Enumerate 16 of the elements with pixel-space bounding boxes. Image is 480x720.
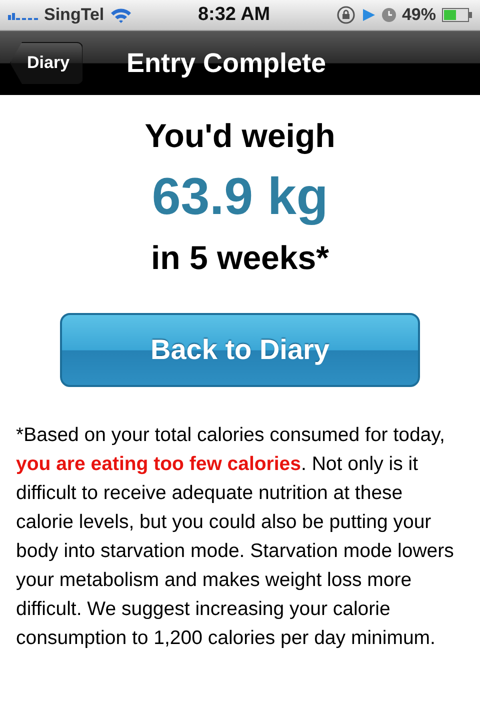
rotation-lock-icon: [336, 5, 356, 25]
status-time: 8:32 AM: [198, 4, 270, 26]
wifi-icon: [110, 7, 132, 23]
carrier-name: SingTel: [44, 5, 104, 25]
projected-weight: 63.9 kg: [152, 167, 328, 228]
battery-icon: [442, 8, 472, 22]
back-to-diary-button[interactable]: Back to Diary: [60, 313, 420, 387]
signal-icon: [8, 10, 38, 20]
screen-title: Entry Complete: [126, 48, 326, 78]
back-button[interactable]: Diary: [10, 42, 83, 84]
result-period: in 5 weeks*: [151, 238, 329, 278]
location-icon: [362, 8, 376, 22]
calorie-warning: *Based on your total calories consumed for today, you are eating too few calories. Not only is it difficult to receive adequate nutrition at these calorie levels, but you could also be putting your body into starvation mode. Starvation mode lowers your metabolism and makes weight loss more difficult. We suggest increasing your calorie consumption to 1,200 calories per day minimum.: [15, 423, 455, 651]
clock-icon: [382, 8, 396, 22]
battery-percent: 49%: [402, 5, 436, 25]
result-lead: You'd weigh: [144, 116, 336, 156]
